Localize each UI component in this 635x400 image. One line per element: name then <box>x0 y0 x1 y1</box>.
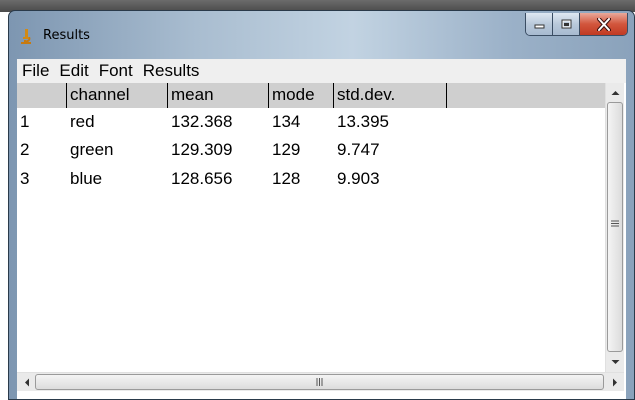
stddev-cell: 13.395 <box>337 112 389 131</box>
results-table[interactable]: channel mean mode std.dev. 1 red 132.368… <box>17 83 605 372</box>
results-panel: channel mean mode std.dev. 1 red 132.368… <box>17 83 626 399</box>
arrow-left-icon <box>24 378 29 387</box>
stddev-cell: 9.903 <box>337 169 380 188</box>
mean-cell: 129.309 <box>171 140 233 159</box>
table-row[interactable]: 3 blue 128.656 128 9.903 <box>17 167 605 191</box>
horizontal-scrollbar[interactable] <box>17 372 624 391</box>
column-header-stddev[interactable]: std.dev. <box>334 83 447 108</box>
column-header-empty[interactable] <box>447 83 605 108</box>
caption-buttons <box>525 13 628 36</box>
menu-font[interactable]: Font <box>93 61 137 81</box>
mode-cell: 134 <box>272 112 301 131</box>
close-icon <box>596 17 611 31</box>
minimize-button[interactable] <box>526 13 553 35</box>
row-index: 1 <box>20 112 30 131</box>
menu-bar: File Edit Font Results <box>17 59 626 83</box>
minimize-icon <box>534 24 544 29</box>
arrow-up-icon <box>611 90 620 95</box>
channel-cell: blue <box>70 169 103 188</box>
maximize-icon <box>561 19 571 29</box>
menu-file[interactable]: File <box>17 61 53 81</box>
mode-cell: 128 <box>272 169 301 188</box>
column-header-mean[interactable]: mean <box>168 83 269 108</box>
mean-cell: 128.656 <box>171 169 233 188</box>
close-button[interactable] <box>580 13 627 35</box>
scroll-up-button[interactable] <box>607 84 624 101</box>
title-bar[interactable]: Results <box>9 11 634 59</box>
scroll-down-button[interactable] <box>607 353 624 370</box>
grip-icon <box>611 220 619 227</box>
scroll-left-button[interactable] <box>18 374 35 391</box>
menu-edit[interactable]: Edit <box>53 61 92 81</box>
channel-cell: red <box>70 112 95 131</box>
table-header: channel mean mode std.dev. <box>17 83 605 108</box>
row-index: 2 <box>20 140 30 159</box>
vertical-scrollbar[interactable] <box>605 83 624 372</box>
column-header-mode[interactable]: mode <box>269 83 334 108</box>
screen: Results File Edit Font Results channel m… <box>0 0 635 400</box>
grip-icon <box>316 378 323 386</box>
table-row[interactable]: 1 red 132.368 134 13.395 <box>17 110 605 134</box>
scroll-right-button[interactable] <box>606 374 623 391</box>
mode-cell: 129 <box>272 140 301 159</box>
microscope-icon <box>21 29 31 44</box>
menu-results[interactable]: Results <box>137 61 204 81</box>
stddev-cell: 9.747 <box>337 140 380 159</box>
arrow-right-icon <box>612 378 617 387</box>
window-title: Results <box>43 28 90 43</box>
table-row[interactable]: 2 green 129.309 129 9.747 <box>17 138 605 162</box>
row-index: 3 <box>20 169 30 188</box>
maximize-button[interactable] <box>553 13 580 35</box>
vertical-scroll-thumb[interactable] <box>607 102 623 352</box>
column-header-index[interactable] <box>17 83 67 108</box>
column-header-channel[interactable]: channel <box>67 83 168 108</box>
mean-cell: 132.368 <box>171 112 233 131</box>
arrow-down-icon <box>611 359 620 364</box>
results-window: Results File Edit Font Results channel m… <box>8 10 635 400</box>
horizontal-scroll-thumb[interactable] <box>35 374 604 390</box>
channel-cell: green <box>70 140 114 159</box>
